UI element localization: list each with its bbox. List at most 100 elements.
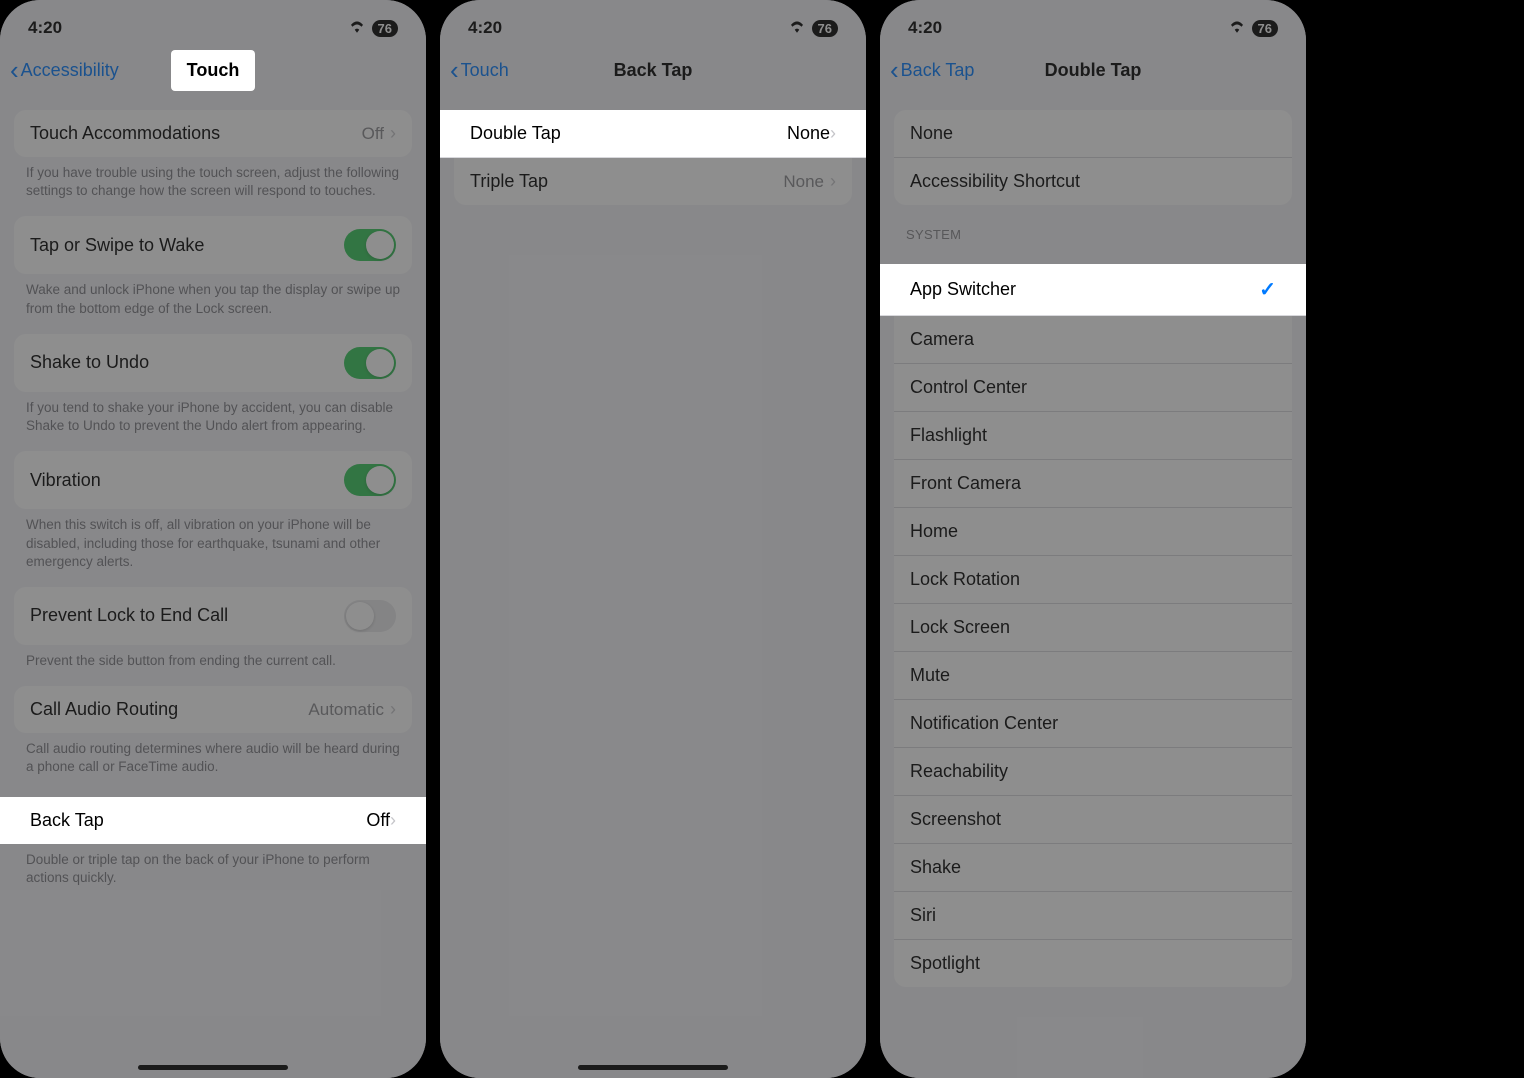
nav-bar: ‹ Back Tap Double Tap	[880, 46, 1306, 94]
row-label: Vibration	[30, 470, 101, 491]
row-label: Call Audio Routing	[30, 699, 178, 720]
row-label: Accessibility Shortcut	[910, 171, 1080, 192]
option-reachability[interactable]: Reachability	[894, 748, 1292, 796]
option-control-center[interactable]: Control Center	[894, 364, 1292, 412]
row-label: Shake to Undo	[30, 352, 149, 373]
row-value: Off	[366, 810, 390, 830]
row-label: Touch Accommodations	[30, 123, 220, 144]
chevron-left-icon: ‹	[890, 57, 899, 83]
row-label: None	[910, 123, 953, 144]
double-tap-screen: 4:20 76 ‹ Back Tap Double Tap None Acces…	[880, 0, 1306, 1078]
back-tap-row[interactable]: Back Tap Off›	[0, 797, 426, 844]
option-siri[interactable]: Siri	[894, 892, 1292, 940]
option-lock-rotation[interactable]: Lock Rotation	[894, 556, 1292, 604]
row-label: Prevent Lock to End Call	[30, 605, 228, 626]
row-label: Flashlight	[910, 425, 987, 446]
wifi-icon	[788, 18, 806, 38]
option-front-camera[interactable]: Front Camera	[894, 460, 1292, 508]
footer-text: If you have trouble using the touch scre…	[0, 157, 426, 200]
row-label: Screenshot	[910, 809, 1001, 830]
battery-level: 76	[372, 20, 398, 37]
double-tap-row[interactable]: Double Tap None›	[440, 110, 866, 158]
chevron-right-icon: ›	[830, 171, 836, 192]
toggle-switch[interactable]	[344, 464, 396, 496]
row-label: Triple Tap	[470, 171, 548, 192]
status-bar: 4:20 76	[880, 0, 1306, 46]
option-screenshot[interactable]: Screenshot	[894, 796, 1292, 844]
back-label: Accessibility	[21, 60, 119, 81]
footer-text: If you tend to shake your iPhone by acci…	[0, 392, 426, 435]
row-value: Automatic	[308, 700, 384, 720]
row-label: Lock Screen	[910, 617, 1010, 638]
chevron-right-icon: ›	[390, 699, 396, 720]
option-none[interactable]: None	[894, 110, 1292, 158]
back-button[interactable]: ‹ Touch	[450, 57, 509, 83]
toggle-switch[interactable]	[344, 600, 396, 632]
triple-tap-row[interactable]: Triple Tap None ›	[454, 158, 852, 205]
back-label: Back Tap	[901, 60, 975, 81]
toggle-switch[interactable]	[344, 347, 396, 379]
row-label: Control Center	[910, 377, 1027, 398]
option-mute[interactable]: Mute	[894, 652, 1292, 700]
row-label: Back Tap	[30, 810, 104, 831]
status-time: 4:20	[908, 18, 942, 38]
row-value: None	[783, 172, 824, 192]
battery-level: 76	[1252, 20, 1278, 37]
call-audio-row[interactable]: Call Audio Routing Automatic ›	[14, 686, 412, 733]
nav-bar: ‹ Touch Back Tap	[440, 46, 866, 94]
footer-text: When this switch is off, all vibration o…	[0, 509, 426, 571]
touch-settings-screen: 4:20 76 ‹ Accessibility Touch Touch Acco…	[0, 0, 426, 1078]
option-camera[interactable]: Camera	[894, 316, 1292, 364]
checkmark-icon: ✓	[1259, 277, 1276, 302]
status-bar: 4:20 76	[0, 0, 426, 46]
row-value: Off	[362, 124, 384, 144]
chevron-right-icon: ›	[390, 810, 396, 830]
battery-level: 76	[812, 20, 838, 37]
wifi-icon	[348, 18, 366, 38]
option-spotlight[interactable]: Spotlight	[894, 940, 1292, 987]
back-button[interactable]: ‹ Accessibility	[10, 57, 119, 83]
home-indicator[interactable]	[138, 1065, 288, 1070]
row-label: Shake	[910, 857, 961, 878]
option-home[interactable]: Home	[894, 508, 1292, 556]
tap-wake-row[interactable]: Tap or Swipe to Wake	[14, 216, 412, 274]
status-time: 4:20	[468, 18, 502, 38]
page-title: Back Tap	[614, 60, 693, 81]
toggle-switch[interactable]	[344, 229, 396, 261]
option-accessibility-shortcut[interactable]: Accessibility Shortcut	[894, 158, 1292, 205]
nav-bar: ‹ Accessibility Touch	[0, 46, 426, 94]
row-label: Notification Center	[910, 713, 1058, 734]
row-label: Reachability	[910, 761, 1008, 782]
row-label: Lock Rotation	[910, 569, 1020, 590]
wifi-icon	[1228, 18, 1246, 38]
row-label: Mute	[910, 665, 950, 686]
option-notification-center[interactable]: Notification Center	[894, 700, 1292, 748]
row-label: Spotlight	[910, 953, 980, 974]
vibration-row[interactable]: Vibration	[14, 451, 412, 509]
system-header: SYSTEM	[880, 205, 1306, 248]
option-lock-screen[interactable]: Lock Screen	[894, 604, 1292, 652]
chevron-right-icon: ›	[390, 123, 396, 144]
row-label: Siri	[910, 905, 936, 926]
shake-undo-row[interactable]: Shake to Undo	[14, 334, 412, 392]
option-flashlight[interactable]: Flashlight	[894, 412, 1292, 460]
prevent-lock-row[interactable]: Prevent Lock to End Call	[14, 587, 412, 645]
row-label: Tap or Swipe to Wake	[30, 235, 204, 256]
home-indicator[interactable]	[578, 1065, 728, 1070]
option-app-switcher[interactable]: App Switcher ✓	[880, 264, 1306, 316]
option-shake[interactable]: Shake	[894, 844, 1292, 892]
row-label: Double Tap	[470, 123, 561, 144]
status-time: 4:20	[28, 18, 62, 38]
chevron-left-icon: ‹	[450, 57, 459, 83]
page-title: Double Tap	[1045, 60, 1142, 81]
footer-text: Prevent the side button from ending the …	[0, 645, 426, 670]
chevron-right-icon: ›	[830, 123, 836, 143]
page-title: Touch	[171, 50, 256, 91]
back-button[interactable]: ‹ Back Tap	[890, 57, 974, 83]
row-label: App Switcher	[910, 279, 1016, 300]
footer-text: Double or triple tap on the back of your…	[0, 844, 426, 887]
touch-accommodations-row[interactable]: Touch Accommodations Off ›	[14, 110, 412, 157]
back-tap-screen: 4:20 76 ‹ Touch Back Tap Double Tap None…	[440, 0, 866, 1078]
row-label: Camera	[910, 329, 974, 350]
row-label: Home	[910, 521, 958, 542]
